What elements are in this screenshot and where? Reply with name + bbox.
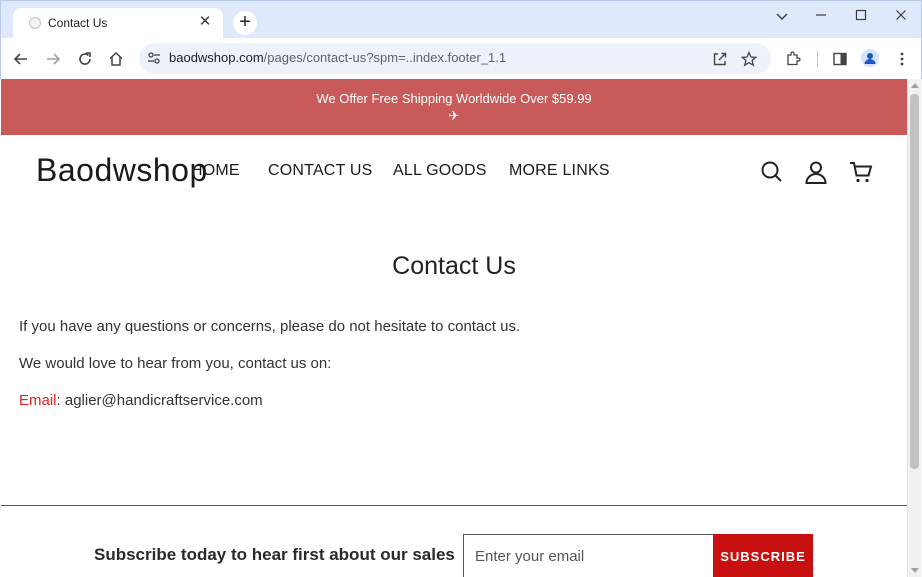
email-address[interactable]: aglier@handicraftservice.com bbox=[65, 392, 263, 409]
side-panel-icon[interactable] bbox=[829, 48, 851, 70]
back-arrow-icon[interactable] bbox=[10, 48, 32, 70]
url-text[interactable]: baodwshop.com/pages/contact-us?spm=..ind… bbox=[169, 50, 506, 65]
toolbar-separator bbox=[817, 51, 818, 67]
favicon-icon bbox=[29, 17, 41, 29]
email-separator: : bbox=[56, 392, 65, 409]
nav-more-links[interactable]: MORE LINKS bbox=[509, 162, 610, 180]
menu-kebab-icon[interactable] bbox=[891, 48, 913, 70]
cart-icon[interactable] bbox=[848, 159, 874, 185]
site-header: Baodwshop HOME CONTACT US ALL GOODS MORE… bbox=[1, 135, 907, 207]
contact-email-line: Email: aglier@handicraftservice.com bbox=[19, 392, 263, 409]
subscribe-email-input[interactable] bbox=[463, 534, 715, 577]
tab-close-icon[interactable]: ✕ bbox=[197, 14, 213, 30]
footer-divider bbox=[1, 505, 907, 506]
scroll-down-arrow-icon[interactable] bbox=[911, 568, 919, 573]
browser-tab[interactable]: Contact Us ✕ bbox=[13, 8, 223, 39]
contact-love-text: We would love to hear from you, contact … bbox=[19, 355, 332, 372]
bookmark-star-icon[interactable] bbox=[738, 48, 760, 70]
share-icon[interactable] bbox=[709, 48, 731, 70]
web-page: We Offer Free Shipping Worldwide Over $5… bbox=[1, 79, 907, 577]
airplane-icon: ✈ bbox=[448, 108, 460, 123]
nav-home[interactable]: HOME bbox=[191, 162, 240, 180]
nav-all-goods[interactable]: ALL GOODS bbox=[393, 162, 487, 180]
scroll-up-arrow-icon[interactable] bbox=[911, 83, 919, 88]
email-label: Email bbox=[19, 392, 57, 409]
announcement-bar: We Offer Free Shipping Worldwide Over $5… bbox=[1, 79, 907, 135]
account-icon[interactable] bbox=[803, 159, 829, 185]
tab-title: Contact Us bbox=[48, 16, 108, 30]
home-icon[interactable] bbox=[105, 48, 127, 70]
new-tab-button[interactable]: + bbox=[233, 11, 257, 35]
nav-contact-us[interactable]: CONTACT US bbox=[268, 162, 373, 180]
announcement-text: We Offer Free Shipping Worldwide Over $5… bbox=[316, 91, 592, 106]
subscribe-heading: Subscribe today to hear first about our … bbox=[94, 545, 455, 564]
page-title: Contact Us bbox=[392, 252, 516, 280]
search-icon[interactable] bbox=[759, 159, 785, 185]
contact-intro-text: If you have any questions or concerns, p… bbox=[19, 318, 521, 335]
url-host: baodwshop.com bbox=[169, 50, 264, 65]
browser-tab-strip: Contact Us ✕ + bbox=[0, 0, 922, 39]
url-path: /pages/contact-us?spm=..index.footer_1.1 bbox=[263, 50, 507, 65]
forward-arrow-icon[interactable] bbox=[42, 48, 64, 70]
close-window-button[interactable] bbox=[888, 7, 914, 25]
scroll-thumb[interactable] bbox=[910, 94, 919, 469]
maximize-button[interactable] bbox=[848, 7, 874, 25]
minimize-button[interactable] bbox=[808, 7, 834, 25]
site-logo[interactable]: Baodwshop bbox=[36, 152, 208, 189]
address-bar[interactable]: baodwshop.com/pages/contact-us?spm=..ind… bbox=[139, 43, 771, 74]
browser-toolbar: baodwshop.com/pages/contact-us?spm=..ind… bbox=[0, 38, 922, 79]
subscribe-button[interactable]: SUBSCRIBE bbox=[713, 534, 813, 577]
reload-icon[interactable] bbox=[74, 48, 96, 70]
profile-avatar[interactable] bbox=[861, 49, 879, 67]
site-info-icon[interactable] bbox=[146, 50, 162, 66]
page-scrollbar[interactable] bbox=[907, 79, 921, 577]
tab-search-icon[interactable] bbox=[769, 7, 795, 25]
extensions-icon[interactable] bbox=[782, 48, 804, 70]
